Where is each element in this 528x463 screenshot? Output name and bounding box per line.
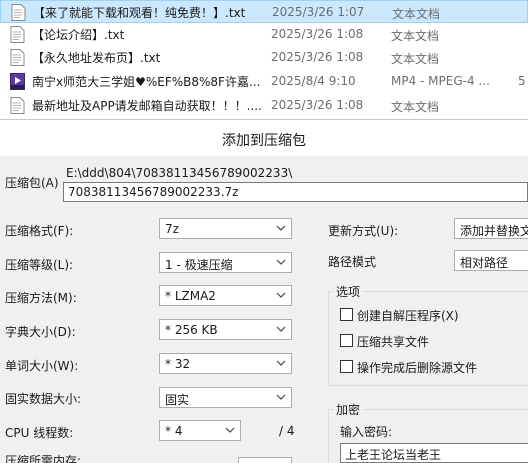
shared-label: 压缩共享文件 [357, 335, 430, 349]
dict-select[interactable]: * 256 KB [159, 319, 292, 340]
level-label: 压缩等级(L): [5, 258, 74, 272]
memory-value-box [238, 457, 292, 463]
file-type: MP4 - MPEG-4 ... [391, 74, 490, 88]
encryption-title: 加密 [333, 401, 364, 418]
text-file-icon [10, 97, 25, 114]
word-label: 单词大小(W): [5, 359, 79, 373]
file-row[interactable]: 【来了就能下载和观看！纯免费！】.txt 2025/3/26 1:07 文本文档 [0, 0, 528, 23]
password-input[interactable]: 上老王论坛当老王 [340, 443, 528, 463]
dict-label: 字典大小(D): [5, 325, 76, 339]
update-label: 更新方式(U): [328, 224, 399, 238]
file-name: 【来了就能下载和观看！纯免费！】.txt [33, 6, 246, 20]
mp4-file-icon [10, 73, 25, 90]
options-title: 选项 [333, 283, 364, 300]
method-label: 压缩方法(M): [5, 291, 77, 305]
file-list: 【来了就能下载和观看！纯免费！】.txt 2025/3/26 1:07 文本文档… [0, 0, 528, 119]
shared-checkbox[interactable] [340, 334, 353, 347]
file-type: 文本文档 [392, 7, 441, 21]
dict-value: * 256 KB [165, 323, 218, 337]
format-value: 7z [165, 222, 179, 236]
file-row[interactable]: 【永久地址发布页】.txt 2025/3/26 1:08 文本文档 [0, 46, 528, 69]
file-name: 【论坛介绍】.txt [32, 28, 125, 42]
format-select[interactable]: 7z [159, 218, 292, 239]
chevron-down-icon [276, 225, 286, 231]
file-row[interactable]: 【论坛介绍】.txt 2025/3/26 1:08 文本文档 [0, 23, 528, 46]
method-value: * LZMA2 [165, 289, 216, 303]
chevron-down-icon [276, 394, 286, 400]
sfx-label: 创建自解压程序(X) [357, 309, 459, 323]
path-value: 相对路径 [460, 256, 509, 270]
word-value: * 32 [165, 357, 191, 371]
file-row[interactable]: 最新地址及APP请发邮箱自动获取！！！.... 2025/3/26 1:08 文… [0, 94, 528, 117]
dialog-titlebar: 添加到压缩包 [0, 120, 528, 156]
password-value: 上老王论坛当老王 [345, 448, 442, 462]
delete-source-checkbox[interactable] [340, 360, 353, 373]
delete-source-label: 操作完成后删除源文件 [357, 361, 478, 375]
update-select[interactable]: 添加并替换文 [454, 218, 528, 239]
memory-label: 压缩所需内存: [5, 454, 82, 463]
chevron-down-icon [225, 427, 235, 433]
file-date: 2025/3/26 1:08 [271, 50, 364, 64]
file-name: 南宁x师范大三学姐♥%EF%B8%8F许嘉... [32, 75, 261, 89]
file-type: 文本文档 [391, 29, 440, 43]
chevron-down-icon [276, 360, 286, 366]
format-label: 压缩格式(F): [5, 224, 74, 238]
file-type: 文本文档 [391, 52, 440, 66]
level-select[interactable]: 1 - 极速压缩 [159, 252, 292, 273]
threads-total: / 4 [279, 424, 295, 438]
solid-value: 固实 [165, 393, 190, 407]
archive-label: 压缩包(A) [5, 176, 59, 190]
method-select[interactable]: * LZMA2 [159, 285, 292, 306]
password-label: 输入密码: [340, 425, 393, 439]
sfx-checkbox[interactable] [340, 308, 353, 321]
threads-label: CPU 线程数: [5, 426, 74, 440]
chevron-down-icon [276, 326, 286, 332]
threads-value: * 4 [165, 424, 183, 438]
file-size: 5 [518, 74, 526, 88]
level-value: 1 - 极速压缩 [165, 258, 233, 272]
archive-name-input[interactable]: 70838113456789002233.7z [63, 182, 528, 202]
solid-select[interactable]: 固实 [159, 387, 292, 408]
text-file-icon [10, 26, 25, 43]
file-name: 【永久地址发布页】.txt [32, 51, 161, 65]
path-select[interactable]: 相对路径 [454, 250, 528, 271]
text-file-icon [11, 4, 26, 21]
add-to-archive-dialog: 添加到压缩包 压缩包(A) E:\ddd\804\708381134567890… [0, 119, 528, 463]
solid-label: 固实数据大小: [5, 392, 82, 406]
text-file-icon [10, 49, 25, 66]
file-date: 2025/3/26 1:07 [272, 5, 365, 19]
file-date: 2025/8/4 9:10 [271, 74, 356, 88]
chevron-down-icon [276, 292, 286, 298]
file-row[interactable]: 南宁x师范大三学姐♥%EF%B8%8F许嘉... 2025/8/4 9:10 M… [0, 70, 528, 93]
file-date: 2025/3/26 1:08 [271, 98, 364, 112]
archive-path: E:\ddd\804\70838113456789002233\ [66, 166, 293, 180]
archive-name-value: 70838113456789002233.7z [68, 185, 239, 199]
file-name: 最新地址及APP请发邮箱自动获取！！！.... [32, 99, 262, 113]
chevron-down-icon [276, 259, 286, 265]
word-select[interactable]: * 32 [159, 353, 292, 374]
file-type: 文本文档 [391, 100, 440, 114]
path-label: 路径模式 [328, 255, 377, 269]
threads-select[interactable]: * 4 [159, 420, 241, 441]
update-value: 添加并替换文 [460, 224, 528, 238]
file-date: 2025/3/26 1:08 [271, 27, 364, 41]
dialog-title: 添加到压缩包 [222, 133, 306, 149]
